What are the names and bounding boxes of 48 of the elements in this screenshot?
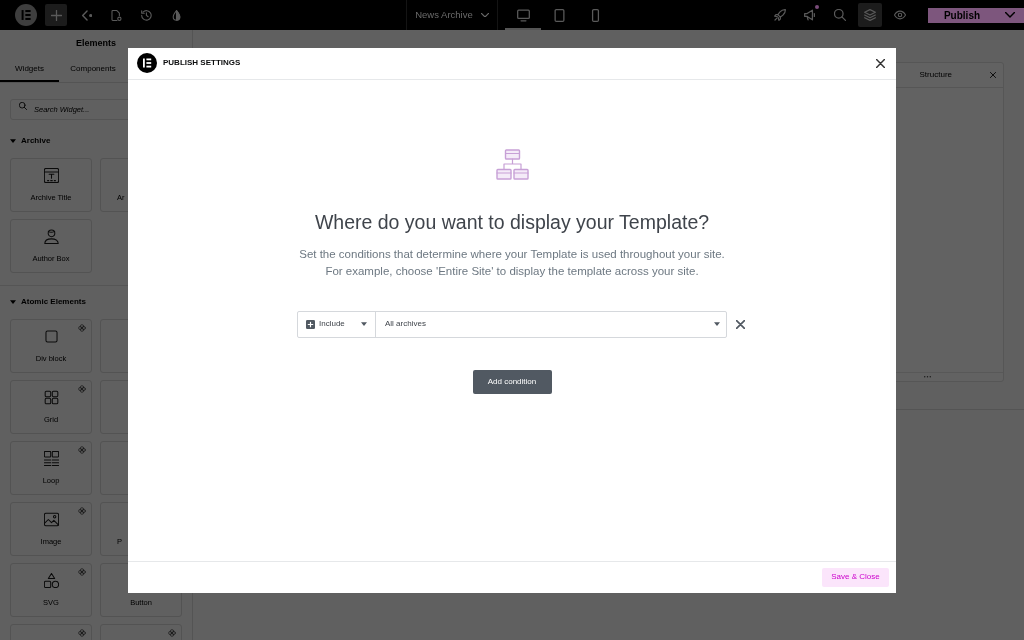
- panel-title: Elements: [76, 37, 116, 51]
- close-icon: [876, 58, 885, 68]
- text-window-icon: [43, 168, 59, 183]
- close-icon: [736, 319, 745, 329]
- layers-icon: [864, 9, 876, 21]
- plus-icon: [50, 9, 62, 21]
- history-icon: [140, 9, 152, 21]
- logo-icon: [137, 53, 157, 73]
- document-title-dropdown[interactable]: News Archive: [415, 7, 489, 23]
- add-condition-button[interactable]: Add condition: [472, 369, 552, 394]
- document-gear-icon: [110, 9, 122, 21]
- dialog-description: Set the conditions that determine where your Template is used throughout your site. For example, choose 'Entire Site' to display the template across your site.: [299, 246, 725, 279]
- search-icon: [834, 9, 846, 21]
- shapes-icon: [43, 573, 59, 588]
- remove-condition-button[interactable]: [735, 318, 746, 330]
- logo-icon[interactable]: [15, 4, 37, 26]
- toolbar-button[interactable]: [45, 4, 67, 26]
- chevron-down-icon: [480, 12, 489, 18]
- close-icon: [990, 72, 996, 78]
- notification-dot-icon: [815, 5, 819, 9]
- panel-tab[interactable]: Widgets: [0, 58, 59, 82]
- chevron-down-icon: [1005, 12, 1015, 18]
- sitemap-icon: [495, 148, 529, 180]
- angle-dot-icon: [80, 9, 92, 21]
- section-title[interactable]: Atomic Elements: [21, 296, 86, 308]
- resize-handle-icon[interactable]: [923, 376, 931, 378]
- save-and-close-button[interactable]: Save & Close: [822, 567, 889, 587]
- close-button[interactable]: [874, 56, 887, 70]
- grid-icon: [43, 390, 59, 405]
- rocket-icon: [774, 9, 786, 21]
- toolbar-button[interactable]: [858, 3, 882, 27]
- dialog-heading: Where do you want to display your Template?: [314, 209, 710, 234]
- person-icon: [43, 229, 59, 244]
- panel-tab[interactable]: Components: [59, 58, 127, 82]
- droplet-icon: [170, 9, 182, 21]
- section-title[interactable]: Archive: [21, 135, 51, 147]
- dialog-title: PUBLISH SETTINGS: [163, 57, 241, 69]
- search-icon: [19, 101, 27, 110]
- eye-icon: [894, 9, 906, 21]
- image-icon: [43, 512, 59, 527]
- megaphone-icon: [804, 9, 816, 21]
- caret-icon[interactable]: [10, 300, 16, 304]
- tablet-icon: [552, 8, 566, 22]
- desktop-icon: [516, 8, 530, 22]
- columns-icon: [43, 451, 59, 466]
- square-icon: [43, 329, 59, 344]
- panel-title: Structure: [919, 69, 952, 81]
- caret-icon[interactable]: [10, 139, 16, 143]
